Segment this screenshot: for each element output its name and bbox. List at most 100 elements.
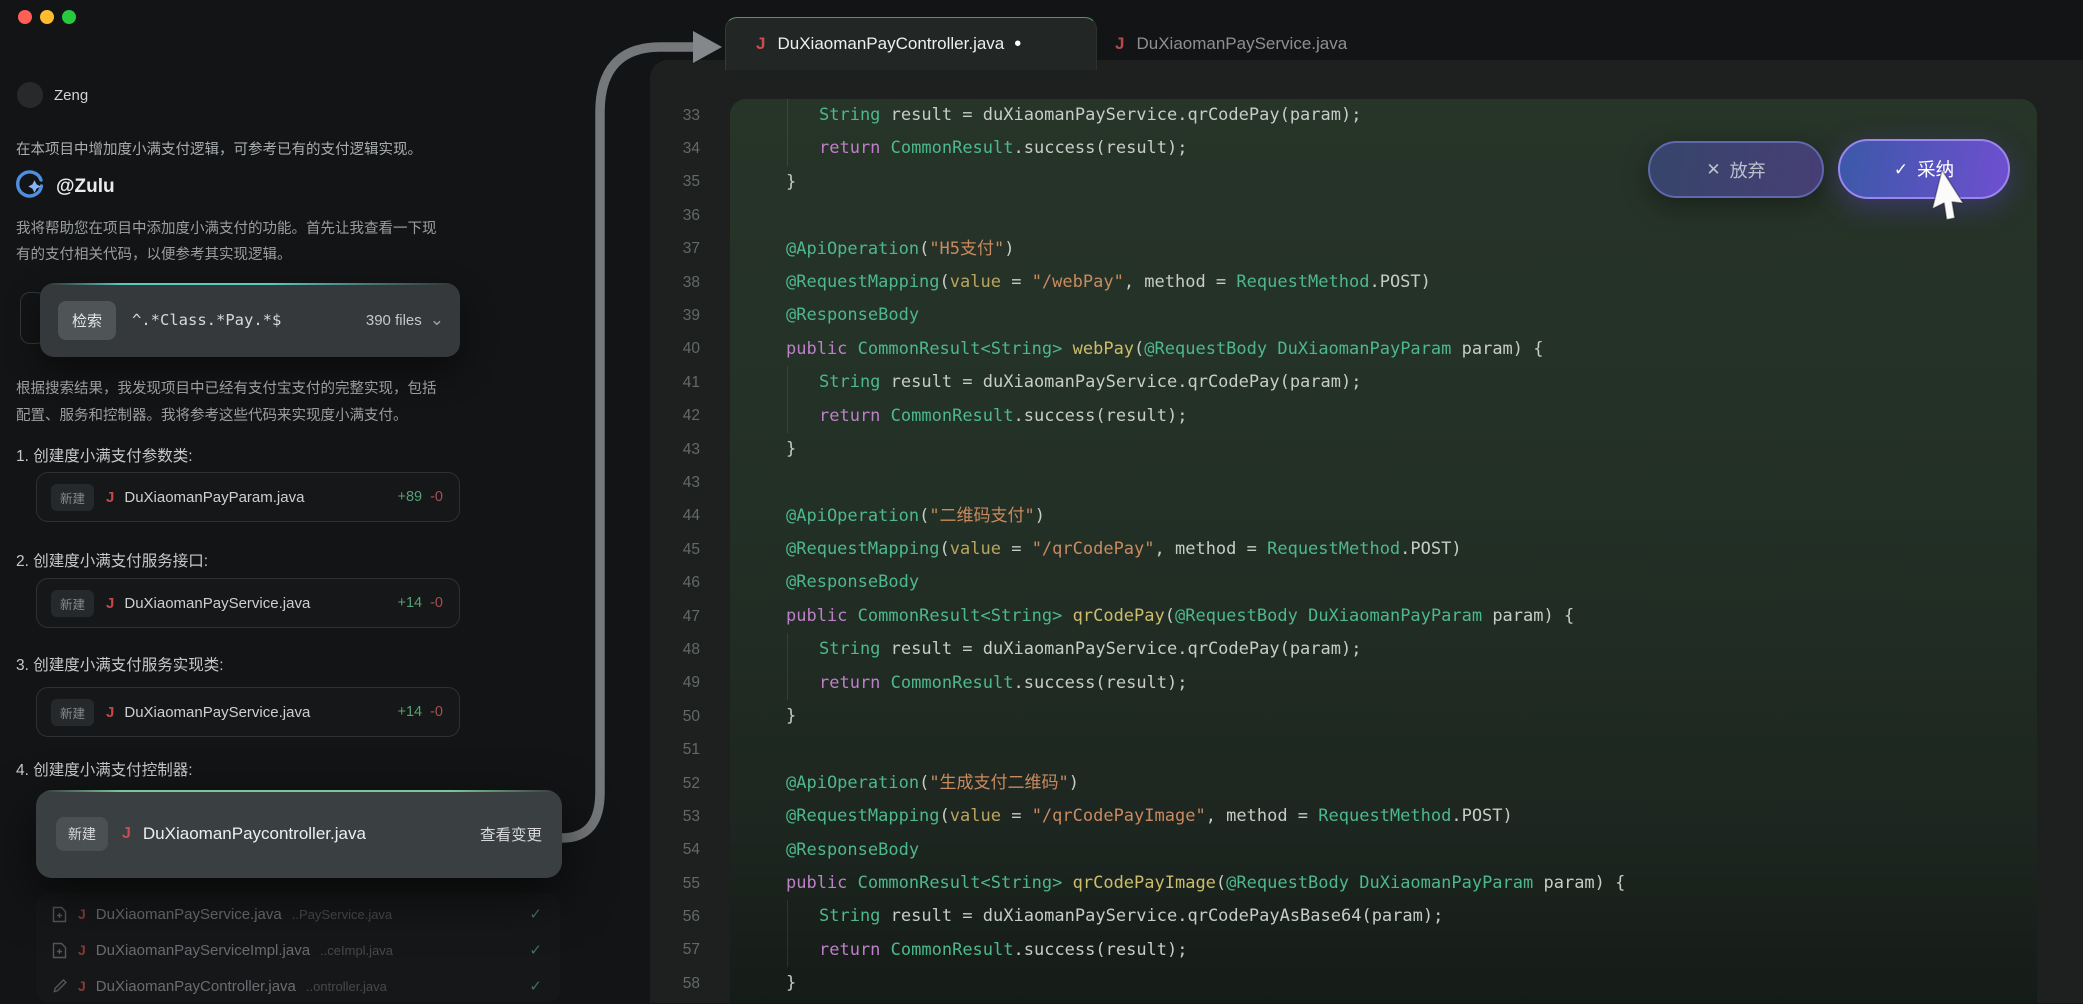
line-number: 57 — [650, 941, 730, 959]
code-text: } — [730, 700, 2083, 733]
code-line[interactable]: 56String result = duXiaomanPayService.qr… — [650, 900, 2083, 933]
code-text: @ApiOperation("二维码支付") — [730, 500, 2083, 533]
maximize-window-button[interactable] — [62, 10, 76, 24]
code-text: @ApiOperation("H5支付") — [730, 233, 2083, 266]
file-card-service[interactable]: 新建 J DuXiaomanPayService.java +14-0 — [36, 578, 460, 628]
code-line[interactable]: 50} — [650, 700, 2083, 733]
code-text: return CommonResult.success(result); — [730, 400, 2083, 433]
code-text: @RequestMapping(value = "/qrCodePayImage… — [730, 800, 2083, 833]
code-line[interactable]: 48String result = duXiaomanPayService.qr… — [650, 633, 2083, 666]
search-result-count: 390 files — [366, 312, 422, 329]
code-text: return CommonResult.success(result); — [730, 667, 2083, 700]
lines-removed: -0 — [430, 489, 443, 505]
code-text: String result = duXiaomanPayService.qrCo… — [730, 633, 2083, 666]
code-line[interactable]: 58} — [650, 967, 2083, 1000]
code-line[interactable]: 39@ResponseBody — [650, 299, 2083, 332]
code-line[interactable]: 52@ApiOperation("生成支付二维码") — [650, 767, 2083, 800]
code-line[interactable]: 37@ApiOperation("H5支付") — [650, 233, 2083, 266]
java-file-icon: J — [106, 489, 114, 506]
java-file-icon: J — [106, 704, 114, 721]
file-name: DuXiaomanPayService.java — [96, 906, 282, 923]
code-line[interactable]: 33String result = duXiaomanPayService.qr… — [650, 99, 2083, 132]
reject-button[interactable]: ✕ 放弃 — [1648, 141, 1824, 198]
list-item[interactable]: J DuXiaomanPayController.java ..ontrolle… — [36, 968, 560, 1004]
assistant-intro: 我将帮助您在项目中添加度小满支付的功能。首先让我查看一下现有的支付相关代码，以便… — [16, 216, 444, 268]
file-card-service-impl[interactable]: 新建 J DuXiaomanPayService.java +14-0 — [36, 687, 460, 737]
code-line[interactable]: 45@RequestMapping(value = "/qrCodePay", … — [650, 533, 2083, 566]
assistant-analysis: 根据搜索结果，我发现项目中已经有支付宝支付的完整实现，包括配置、服务和控制器。我… — [16, 376, 444, 430]
check-icon: ✓ — [1894, 161, 1908, 178]
lines-added: +89 — [397, 489, 422, 505]
reject-label: 放弃 — [1730, 157, 1766, 183]
line-number: 34 — [650, 140, 730, 158]
code-text: @ResponseBody — [730, 299, 2083, 332]
search-result-card[interactable]: 检索 ^.*Class.*Pay.*$ 390 files ⌄ — [40, 283, 460, 357]
zulu-logo-icon — [14, 168, 46, 205]
code-line[interactable]: 47public CommonResult<String> qrCodePay(… — [650, 600, 2083, 633]
code-text: @ResponseBody — [730, 834, 2083, 867]
code-text: public CommonResult<String> qrCodePay(@R… — [730, 600, 2083, 633]
code-line[interactable]: 57return CommonResult.success(result); — [650, 934, 2083, 967]
line-number: 43 — [650, 441, 730, 459]
code-line[interactable]: 55public CommonResult<String> qrCodePayI… — [650, 867, 2083, 900]
code-line[interactable]: 49return CommonResult.success(result); — [650, 667, 2083, 700]
code-text: String result = duXiaomanPayService.qrCo… — [730, 900, 2083, 933]
assistant-name: @Zulu — [56, 176, 115, 198]
code-line[interactable]: 36 — [650, 199, 2083, 232]
file-name: DuXiaomanPaycontroller.java — [143, 824, 366, 844]
file-card-param[interactable]: 新建 J DuXiaomanPayParam.java +89-0 — [36, 472, 460, 522]
code-text: @RequestMapping(value = "/qrCodePay", me… — [730, 533, 2083, 566]
code-text: public CommonResult<String> qrCodePayIma… — [730, 867, 2083, 900]
tab-label: DuXiaomanPayController.java — [777, 34, 1004, 54]
avatar — [17, 82, 43, 108]
code-line[interactable]: 44@ApiOperation("二维码支付") — [650, 500, 2083, 533]
new-file-badge: 新建 — [51, 590, 94, 617]
code-editor[interactable]: 33String result = duXiaomanPayService.qr… — [650, 99, 2083, 1001]
code-line[interactable]: 53@RequestMapping(value = "/qrCodePayIma… — [650, 800, 2083, 833]
code-line[interactable]: 46@ResponseBody — [650, 566, 2083, 599]
code-line[interactable]: 42return CommonResult.success(result); — [650, 400, 2083, 433]
line-number: 51 — [650, 741, 730, 759]
file-hint: ..PayService.java — [292, 907, 392, 922]
code-line[interactable]: 54@ResponseBody — [650, 834, 2083, 867]
close-window-button[interactable] — [18, 10, 32, 24]
java-file-icon: J — [78, 942, 86, 958]
code-text: } — [730, 433, 2083, 466]
lines-removed: -0 — [430, 595, 443, 611]
file-hint: ..ontroller.java — [306, 979, 387, 994]
floating-file-card[interactable]: 新建 J DuXiaomanPaycontroller.java 查看变更 — [36, 790, 562, 878]
code-line[interactable]: 38@RequestMapping(value = "/webPay", met… — [650, 266, 2083, 299]
user-name: Zeng — [54, 87, 88, 104]
file-name: DuXiaomanPayController.java — [96, 978, 296, 995]
accept-button[interactable]: ✓ 采纳 — [1838, 139, 2010, 199]
minimize-window-button[interactable] — [40, 10, 54, 24]
line-number: 55 — [650, 875, 730, 893]
code-line[interactable]: 41String result = duXiaomanPayService.qr… — [650, 366, 2083, 399]
file-name: DuXiaomanPayParam.java — [124, 489, 304, 506]
code-text: String result = duXiaomanPayService.qrCo… — [730, 99, 2083, 132]
lines-added: +14 — [397, 595, 422, 611]
list-item[interactable]: J DuXiaomanPayServiceImpl.java ..ceImpl.… — [36, 932, 560, 968]
line-number: 33 — [650, 107, 730, 125]
code-line[interactable]: 43} — [650, 433, 2083, 466]
line-number: 35 — [650, 173, 730, 191]
view-changes-link[interactable]: 查看变更 — [480, 823, 542, 845]
step-title-2: 2. 创建度小满支付服务接口: — [16, 549, 208, 571]
chevron-down-icon[interactable]: ⌄ — [430, 315, 444, 325]
tab-label: DuXiaomanPayService.java — [1136, 34, 1347, 54]
new-file-badge: 新建 — [51, 699, 94, 726]
code-line[interactable]: 51 — [650, 733, 2083, 766]
line-number: 52 — [650, 775, 730, 793]
tab-duxiaomanpayservice[interactable]: J DuXiaomanPayService.java — [1115, 17, 1347, 70]
line-number: 58 — [650, 975, 730, 993]
code-line[interactable]: 43 — [650, 466, 2083, 499]
code-line[interactable]: 40public CommonResult<String> webPay(@Re… — [650, 333, 2083, 366]
step-title-4: 4. 创建度小满支付控制器: — [16, 758, 193, 780]
file-name: DuXiaomanPayServiceImpl.java — [96, 942, 310, 959]
code-text: @RequestMapping(value = "/webPay", metho… — [730, 266, 2083, 299]
tab-duxiaomanpaycontroller[interactable]: J DuXiaomanPayController.java • — [725, 17, 1097, 70]
line-number: 36 — [650, 207, 730, 225]
java-file-icon: J — [78, 906, 86, 922]
check-icon: ✓ — [529, 977, 542, 995]
list-item[interactable]: J DuXiaomanPayService.java ..PayService.… — [36, 896, 560, 932]
